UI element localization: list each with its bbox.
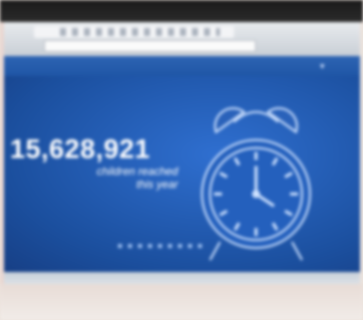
count-caption: children reached this year (48, 166, 178, 192)
alarm-clock-icon (201, 107, 311, 261)
photo-of-monitor: ▾ 15,628,921 children reached this year (0, 0, 363, 320)
caption-line-1: children reached (96, 166, 178, 178)
address-bar[interactable] (44, 40, 256, 52)
chevron-down-icon[interactable]: ▾ (320, 62, 330, 71)
desk-surface (0, 284, 363, 320)
monitor-bezel (0, 0, 363, 22)
carousel-indicators[interactable] (118, 244, 208, 248)
site-nav (4, 56, 360, 76)
children-count: 15,628,921 (10, 134, 151, 164)
caption-line-2: this year (136, 179, 178, 191)
toolbar-buttons[interactable] (60, 28, 220, 36)
